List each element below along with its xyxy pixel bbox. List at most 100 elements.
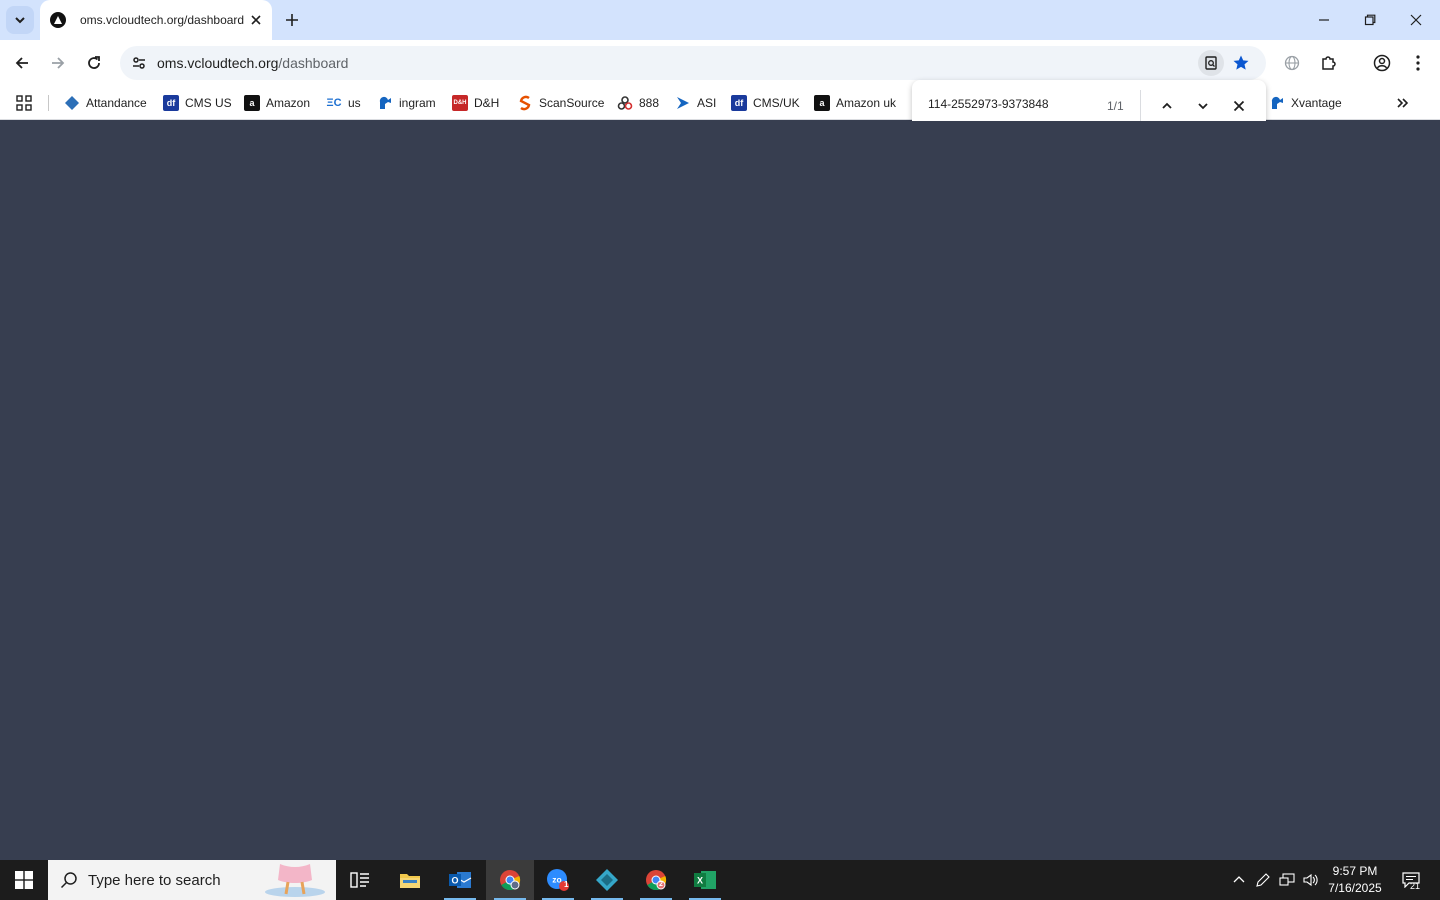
find-previous-button[interactable] (1155, 94, 1179, 118)
bookmark-label: Amazon uk (836, 96, 897, 110)
new-tab-button[interactable] (282, 10, 302, 30)
profile-button[interactable] (1368, 49, 1396, 77)
scansource-icon (517, 95, 533, 111)
chrome-profile-badge: 2 (659, 881, 663, 888)
taskbar-zoom[interactable]: zo 1 (534, 860, 582, 900)
notification-count-badge: 21 (1409, 881, 1420, 891)
find-in-page-button[interactable] (1198, 50, 1224, 76)
tab-strip: oms.vcloudtech.org/dashboard (0, 0, 1440, 40)
account-circle-icon (1373, 54, 1391, 72)
chevron-up-icon (1162, 102, 1172, 109)
restore-button[interactable] (1356, 6, 1384, 34)
minimize-icon (1319, 19, 1329, 21)
ingram-icon (1269, 95, 1285, 111)
close-icon (1233, 100, 1245, 112)
bookmark-label: ingram (399, 96, 436, 110)
task-view-button[interactable] (336, 860, 384, 900)
taskbar-clock[interactable]: 9:57 PM 7/16/2025 (1320, 863, 1390, 897)
bookmark-label: Attandance (86, 96, 147, 110)
minimize-button[interactable] (1310, 6, 1338, 34)
back-button[interactable] (8, 49, 36, 77)
reload-button[interactable] (80, 49, 108, 77)
df-icon: df (163, 95, 179, 111)
df-icon: df (731, 95, 747, 111)
bookmark-cms-uk[interactable]: df CMS/UK (731, 91, 800, 115)
close-window-button[interactable] (1402, 6, 1430, 34)
ingram-icon (377, 95, 393, 111)
taskbar-app-diamond[interactable] (583, 860, 631, 900)
globe-icon (1284, 55, 1300, 71)
task-view-icon (350, 872, 369, 888)
bookmark-scansource[interactable]: ScanSource (517, 91, 604, 115)
chevron-up-icon (1233, 876, 1245, 883)
address-bar[interactable]: oms.vcloudtech.org/dashboard (120, 46, 1266, 80)
taskbar-excel[interactable]: X (681, 860, 729, 900)
extensions-button[interactable] (1315, 49, 1343, 77)
browser-menu-button[interactable] (1404, 49, 1432, 77)
taskbar-search-box[interactable]: Type here to search (48, 860, 336, 900)
bookmark-label: D&H (474, 96, 500, 110)
bookmark-us[interactable]: ΞC us (326, 91, 361, 115)
find-input[interactable] (928, 97, 1088, 111)
find-match-count: 1/1 (1107, 99, 1124, 113)
bookmark-ingram[interactable]: ingram (377, 91, 436, 115)
bookmark-dh[interactable]: D&H D&H (452, 91, 499, 115)
888-icon (617, 95, 633, 111)
chrome-icon (646, 870, 667, 891)
bookmark-star-button[interactable] (1228, 50, 1254, 76)
url-path: /dashboard (278, 55, 349, 71)
bookmark-amazon-uk[interactable]: a Amazon uk (814, 91, 896, 115)
more-vert-icon (1416, 55, 1420, 71)
chrome-icon (500, 870, 521, 891)
network-icon (1279, 873, 1295, 886)
taskbar-file-explorer[interactable] (386, 860, 434, 900)
tab-close-icon[interactable] (248, 12, 264, 28)
find-close-button[interactable] (1227, 94, 1251, 118)
bookmark-amazon[interactable]: a Amazon (244, 91, 310, 115)
bookmark-attandance[interactable]: Attandance (64, 91, 147, 115)
taskbar-chrome-active[interactable] (486, 860, 534, 900)
apps-shortcut[interactable] (16, 91, 32, 115)
active-tab[interactable]: oms.vcloudtech.org/dashboard (40, 0, 272, 40)
restore-icon (1364, 14, 1376, 26)
bookmark-label: CMS/UK (753, 96, 800, 110)
tray-network-button[interactable] (1276, 860, 1298, 900)
excel-icon: X (694, 871, 716, 889)
url-host: oms.vcloudtech.org (157, 55, 279, 71)
asi-icon (675, 95, 691, 111)
page-content (0, 121, 1440, 860)
taskbar-chrome-second[interactable]: 2 (632, 860, 680, 900)
translate-button[interactable] (1278, 49, 1306, 77)
bookmark-label: 888 (639, 96, 660, 110)
search-highlight-illustration (265, 864, 325, 897)
star-filled-icon (1233, 55, 1249, 70)
forward-button[interactable] (44, 49, 72, 77)
start-button[interactable] (0, 860, 48, 900)
show-hidden-icons-button[interactable] (1228, 860, 1250, 900)
bookmarks-overflow-button[interactable] (1396, 91, 1410, 115)
bookmark-888[interactable]: 888 (617, 91, 659, 115)
tray-pen-button[interactable] (1252, 860, 1274, 900)
tray-volume-button[interactable] (1300, 860, 1322, 900)
reload-icon (88, 56, 100, 69)
find-next-button[interactable] (1191, 94, 1215, 118)
bookmark-asi[interactable]: ASI (675, 91, 716, 115)
bookmark-label: us (348, 96, 361, 110)
windows-taskbar: Type here to search O zo 1 2 X 9:57 PM 7… (0, 860, 1440, 900)
synnex-icon: ΞC (326, 97, 342, 109)
bookmark-label: ASI (697, 96, 717, 110)
chevron-down-icon (1198, 103, 1208, 110)
tab-search-button[interactable] (6, 6, 34, 34)
find-in-page-icon (1205, 56, 1217, 70)
bookmark-xvantage[interactable]: Xvantage (1269, 91, 1342, 115)
file-explorer-icon (400, 874, 420, 888)
bookmark-label: CMS US (185, 96, 232, 110)
zoom-notification-badge: 1 (564, 880, 569, 889)
bookmark-cms-us[interactable]: df CMS US (163, 91, 232, 115)
diamond-app-icon (64, 95, 80, 111)
taskbar-outlook[interactable]: O (436, 860, 484, 900)
arrow-right-icon (52, 57, 65, 69)
url-text[interactable]: oms.vcloudtech.org/dashboard (157, 55, 348, 71)
plus-icon (286, 14, 298, 26)
site-info-button[interactable] (126, 50, 152, 76)
